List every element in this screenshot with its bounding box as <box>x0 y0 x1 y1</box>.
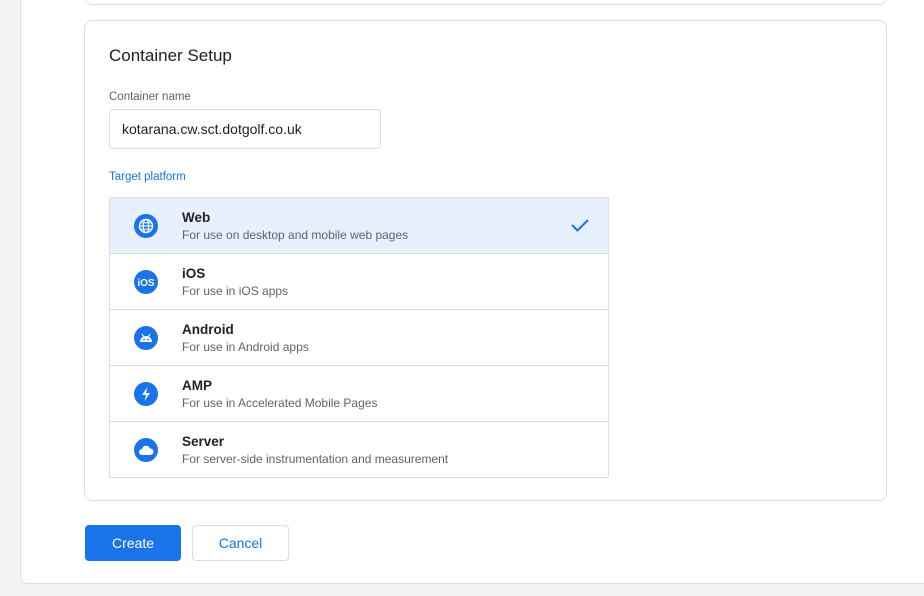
container-setup-card: Container Setup Container name Target pl… <box>84 20 887 501</box>
platform-name: Server <box>182 434 225 449</box>
android-icon <box>134 326 158 350</box>
create-button[interactable]: Create <box>85 525 181 561</box>
platform-description: For use in Accelerated Mobile Pages <box>182 396 378 410</box>
platform-description: For use on desktop and mobile web pages <box>182 228 409 242</box>
platform-option-amp[interactable]: AMP For use in Accelerated Mobile Pages <box>110 366 608 422</box>
cancel-button[interactable]: Cancel <box>192 525 289 561</box>
ios-icon: iOS <box>134 270 158 294</box>
platform-option-web[interactable]: Web For use on desktop and mobile web pa… <box>110 198 608 254</box>
platform-list: Web For use on desktop and mobile web pa… <box>109 197 609 478</box>
platform-name: Android <box>182 322 234 337</box>
platform-name: AMP <box>182 378 212 393</box>
amp-bolt-icon <box>134 382 158 406</box>
target-platform-label: Target platform <box>109 171 186 183</box>
platform-option-android[interactable]: Android For use in Android apps <box>110 310 608 366</box>
platform-name: iOS <box>182 266 206 281</box>
platform-description: For use in iOS apps <box>182 284 289 298</box>
platform-description: For server-side instrumentation and meas… <box>182 452 449 466</box>
previous-section-card <box>84 0 887 5</box>
svg-text:iOS: iOS <box>137 278 155 288</box>
globe-icon <box>134 214 158 238</box>
section-title: Container Setup <box>109 46 232 65</box>
container-name-label: Container name <box>109 91 191 103</box>
platform-option-ios[interactable]: iOS iOS For use in iOS apps <box>110 254 608 310</box>
cloud-icon <box>134 438 158 462</box>
platform-option-server[interactable]: Server For server-side instrumentation a… <box>110 422 608 477</box>
check-icon <box>570 217 590 238</box>
platform-name: Web <box>182 210 211 225</box>
platform-description: For use in Android apps <box>182 340 309 354</box>
container-name-input[interactable] <box>109 109 381 149</box>
